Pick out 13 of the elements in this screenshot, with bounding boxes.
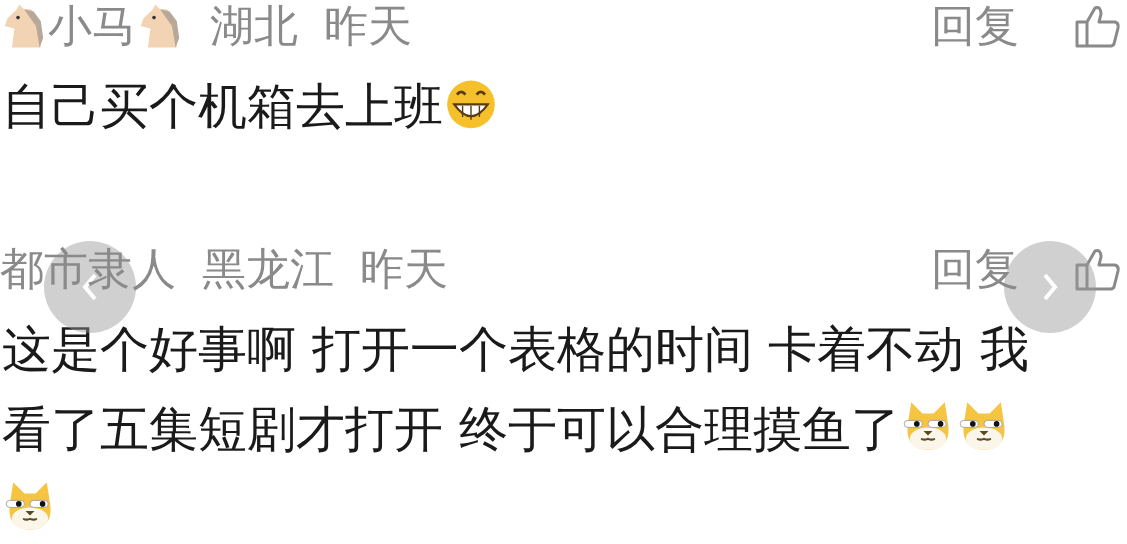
thumbs-up-icon[interactable] [1075, 4, 1121, 49]
reply-button[interactable]: 回复 [931, 242, 1019, 296]
region-label: 湖北 [210, 0, 298, 53]
comment-text: 这是个好事啊 打开一个表格的时间 卡着不动 我看了五集短剧才打开 终于可以合理摸鱼了 [0, 309, 1062, 544]
reply-button[interactable]: 回复 [931, 0, 1019, 53]
author-name[interactable]: 都市隶人 [0, 242, 176, 296]
time-label: 昨天 [360, 242, 448, 296]
author-name[interactable]: 小马 [48, 0, 136, 53]
thumbs-up-icon[interactable] [1075, 247, 1121, 292]
region-label: 黑龙江 [202, 242, 334, 296]
time-label: 昨天 [324, 0, 412, 53]
chevron-right-icon [1042, 273, 1058, 301]
comment-text: 自己买个机箱去上班 [0, 66, 1062, 147]
